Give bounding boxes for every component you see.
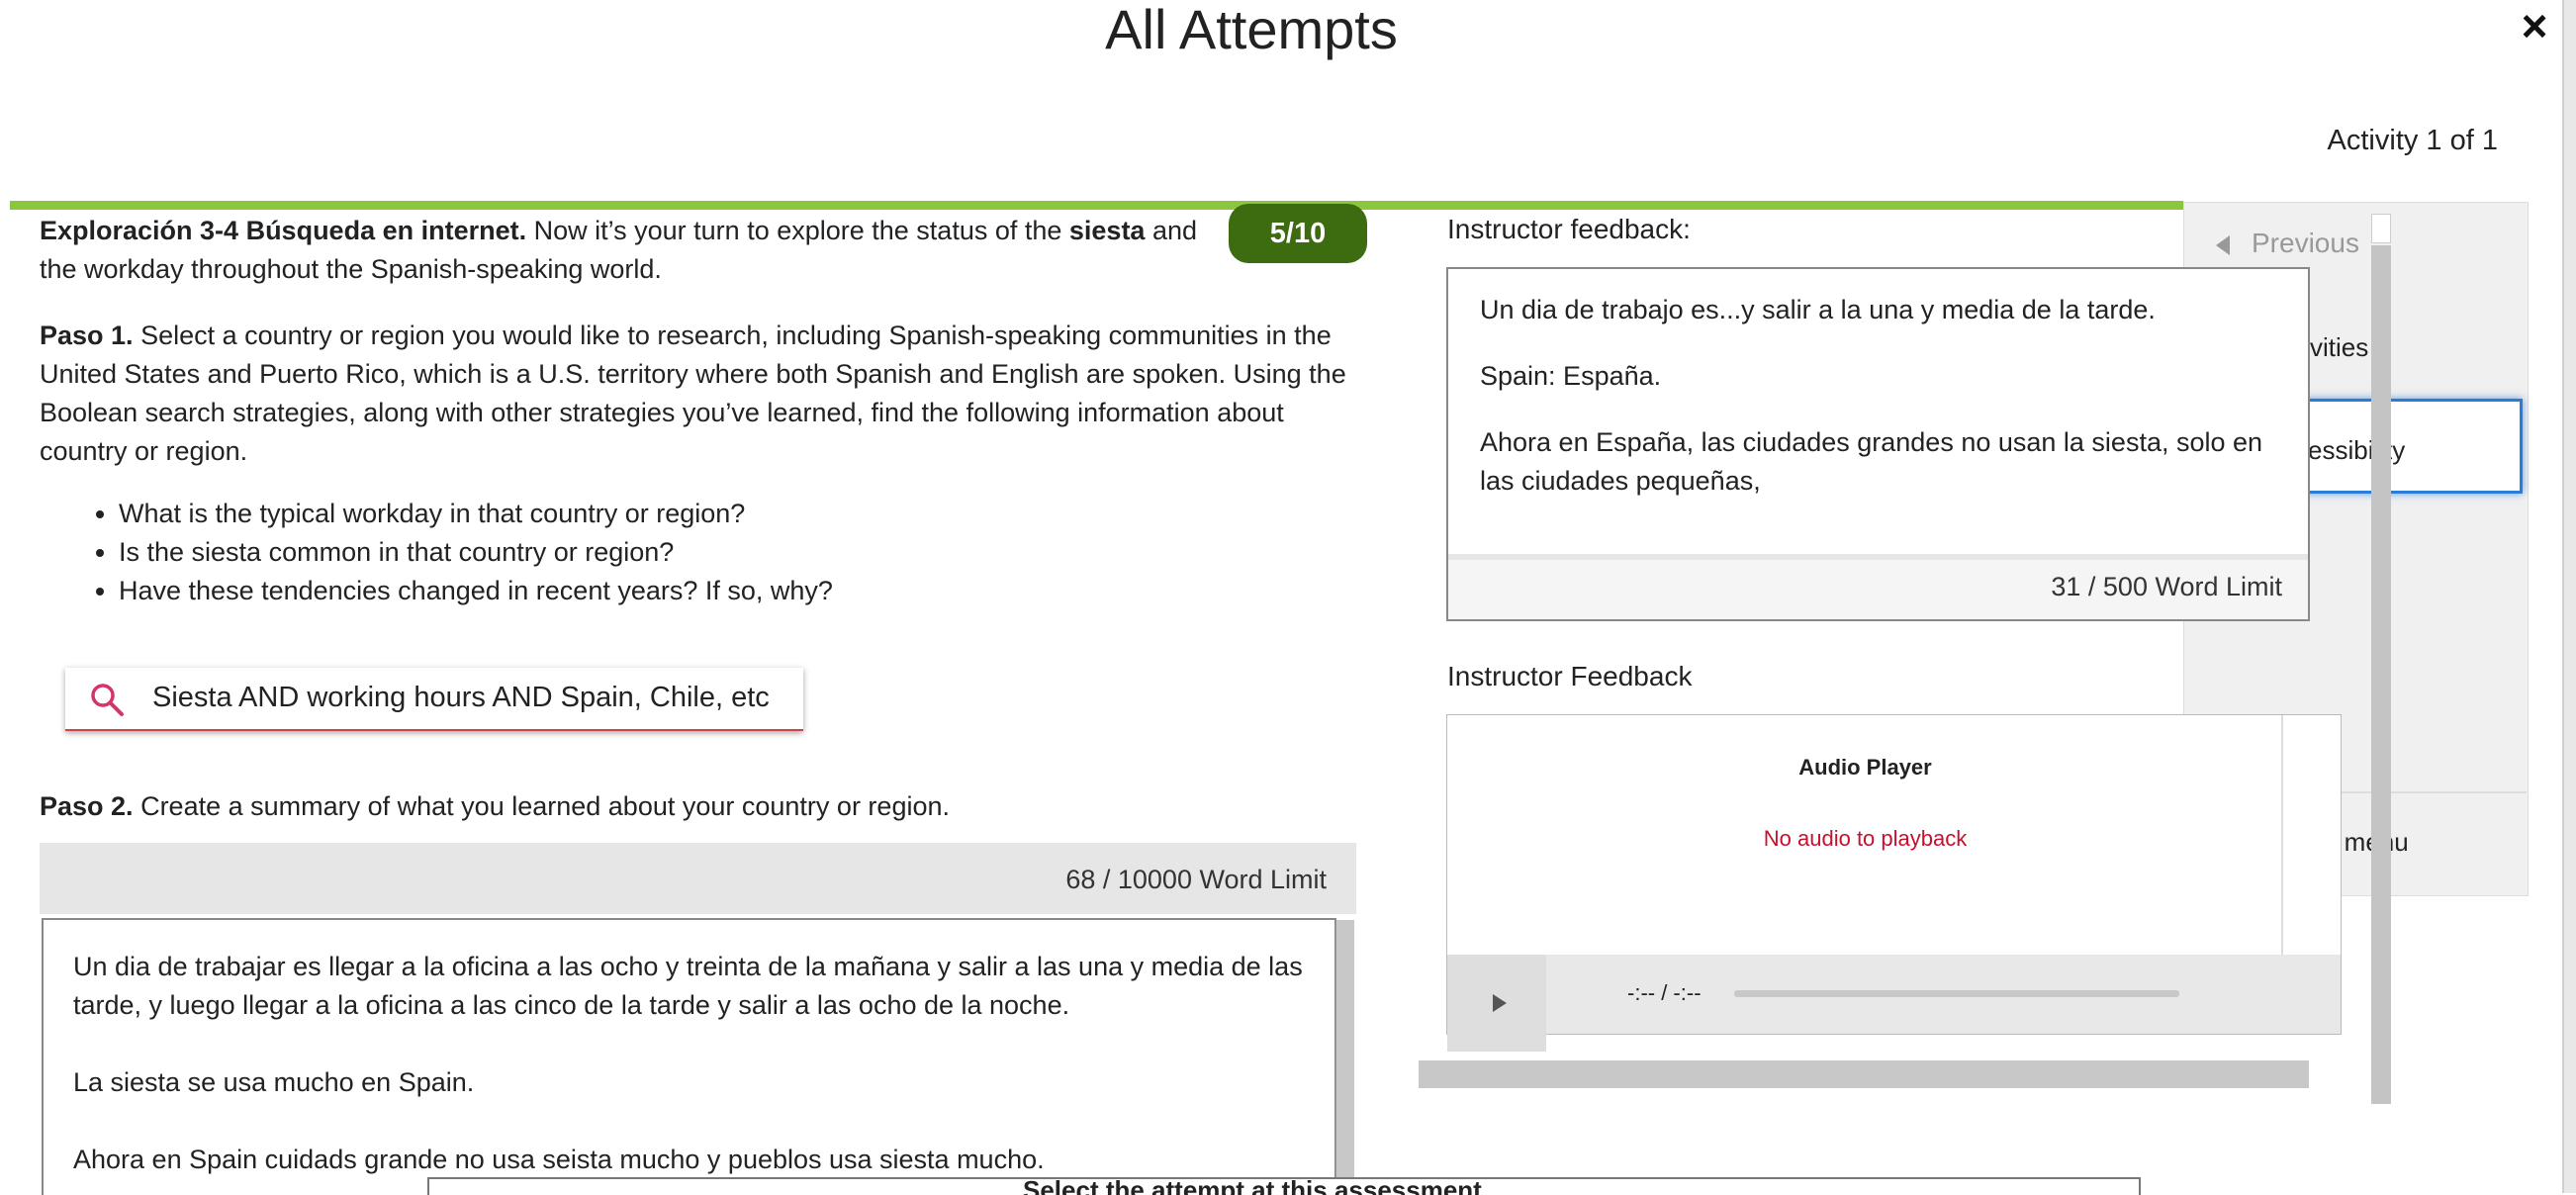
page-edge-scrollbar[interactable] [2562,0,2576,1193]
feedback-paragraph: Ahora en España, las ciudades grandes no… [1480,427,2263,496]
feedback-paragraph: Un dia de trabajo es...y salir a la una … [1480,295,2156,324]
instructor-audio-feedback-label: Instructor Feedback [1447,661,1693,691]
list-item: What is the typical workday in that coun… [119,495,833,533]
audio-player-title: Audio Player [1798,755,1932,780]
activity-counter: Activity 1 of 1 [2327,125,2498,156]
chevron-left-icon [2216,234,2230,255]
answer-word-count: 68 / 10000 Word Limit [1065,865,1327,894]
attempt-selector-label: Select the attempt at this assessment [1023,1177,1482,1195]
audio-status-message: No audio to playback [1763,826,1968,851]
modal-title: All Attempts [1105,0,1398,60]
play-button[interactable] [1447,955,1546,1052]
feedback-scrollbar-arrow[interactable] [2371,214,2391,243]
play-icon [1493,994,1507,1012]
answer-paragraph: Un dia de trabajar es llegar a la oficin… [73,952,1303,1020]
audio-controls: -:-- / -:-- [1447,955,2341,1052]
list-item: Have these tendencies changed in recent … [119,572,833,610]
search-query: Siesta AND working hours AND Spain, Chil… [152,682,770,713]
score-badge: 5/10 [1229,204,1367,263]
answer-textbox[interactable]: Un dia de trabajar es llegar a la oficin… [42,918,1336,1195]
audio-seek-slider[interactable] [1734,990,2179,997]
answer-scrollbar[interactable] [1335,920,1354,1193]
exercise-instructions: Exploración 3-4 Búsqueda en internet. No… [40,212,1365,471]
feedback-scrollbar[interactable] [2371,245,2391,1104]
audio-divider [2281,715,2283,955]
horizontal-scrollbar[interactable] [1419,1060,2309,1088]
previous-button[interactable]: Previous [2216,228,2359,259]
answer-paragraph: La siesta se usa mucho en Spain. [73,1067,475,1097]
feedback-footer: 31 / 500 Word Limit [1448,554,2308,619]
audio-time: -:-- / -:-- [1627,980,1702,1005]
instructor-feedback-label: Instructor feedback: [1447,214,1691,244]
paso2-paragraph: Paso 2. Create a summary of what you lea… [40,791,950,821]
previous-label: Previous [2252,228,2359,258]
instructor-feedback-textbox[interactable]: Un dia de trabajo es...y salir a la una … [1446,267,2310,621]
progress-bar [10,201,2183,210]
audio-player: Audio Player No audio to playback -:-- /… [1446,714,2342,1052]
list-item: Is the siesta common in that country or … [119,533,833,572]
intro-paragraph: Exploración 3-4 Búsqueda en internet. No… [40,216,1198,284]
search-icon [91,684,124,716]
answer-paragraph: Ahora en Spain cuidads grande no usa sei… [73,1145,1045,1174]
attempt-selector-bar[interactable]: Select the attempt at this assessment [427,1177,2141,1195]
answer-header: 68 / 10000 Word Limit [40,843,1356,914]
paso1-paragraph: Paso 1. Select a country or region you w… [40,321,1346,466]
sidebar-item-activities[interactable]: vities [2310,332,2368,363]
feedback-paragraph: Spain: España. [1480,361,1662,391]
close-icon[interactable]: × [2513,2,2556,49]
search-example-box: Siesta AND working hours AND Spain, Chil… [65,668,803,731]
sidebar-item-accessibility[interactable]: essibility [2305,399,2523,494]
question-list: What is the typical workday in that coun… [59,495,833,610]
feedback-word-count: 31 / 500 Word Limit [2051,572,2282,601]
